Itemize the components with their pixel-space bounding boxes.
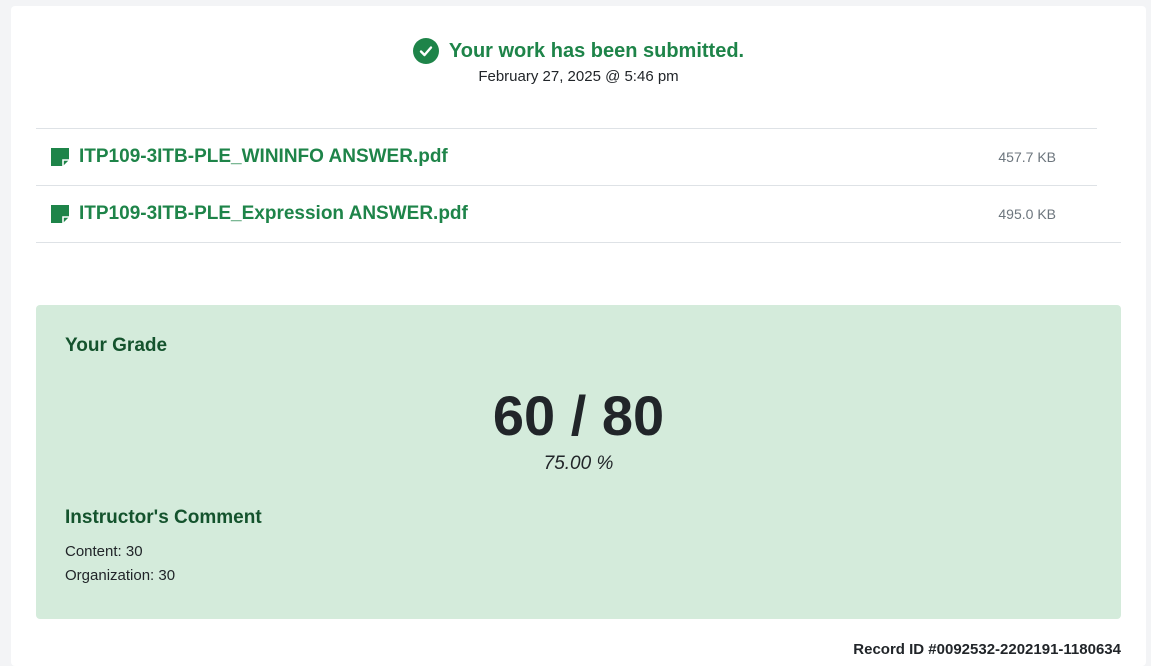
instructor-comment-heading: Instructor's Comment	[65, 507, 262, 528]
record-id: Record ID #0092532-2202191-1180634	[853, 641, 1121, 658]
submission-status-text: Your work has been submitted.	[448, 39, 745, 62]
file-row: ITP109-3ITB-PLE_Expression ANSWER.pdf 49…	[36, 185, 1097, 242]
file-icon	[51, 148, 69, 166]
check-circle-icon	[412, 38, 439, 64]
comment-line: Content: 30	[65, 543, 143, 560]
grade-score: 60 / 80	[492, 384, 665, 447]
file-link[interactable]: ITP109-3ITB-PLE_Expression ANSWER.pdf	[79, 203, 468, 225]
file-size: 495.0 KB	[998, 206, 1056, 222]
divider	[36, 242, 1121, 243]
submission-card: Your work has been submitted. February 2…	[11, 6, 1146, 666]
file-link[interactable]: ITP109-3ITB-PLE_WININFO ANSWER.pdf	[79, 146, 448, 168]
submission-status: Your work has been submitted.	[11, 38, 1146, 64]
grade-panel: Your Grade 60 / 80 75.00 % Instructor's …	[36, 305, 1121, 619]
comment-line: Organization: 30	[65, 567, 176, 584]
file-size: 457.7 KB	[998, 149, 1056, 165]
submission-date: February 27, 2025 @ 5:46 pm	[478, 68, 679, 85]
file-row: ITP109-3ITB-PLE_WININFO ANSWER.pdf 457.7…	[36, 128, 1097, 185]
grade-heading: Your Grade	[65, 335, 168, 356]
file-icon	[51, 205, 69, 223]
grade-percent: 75.00 %	[543, 453, 614, 474]
